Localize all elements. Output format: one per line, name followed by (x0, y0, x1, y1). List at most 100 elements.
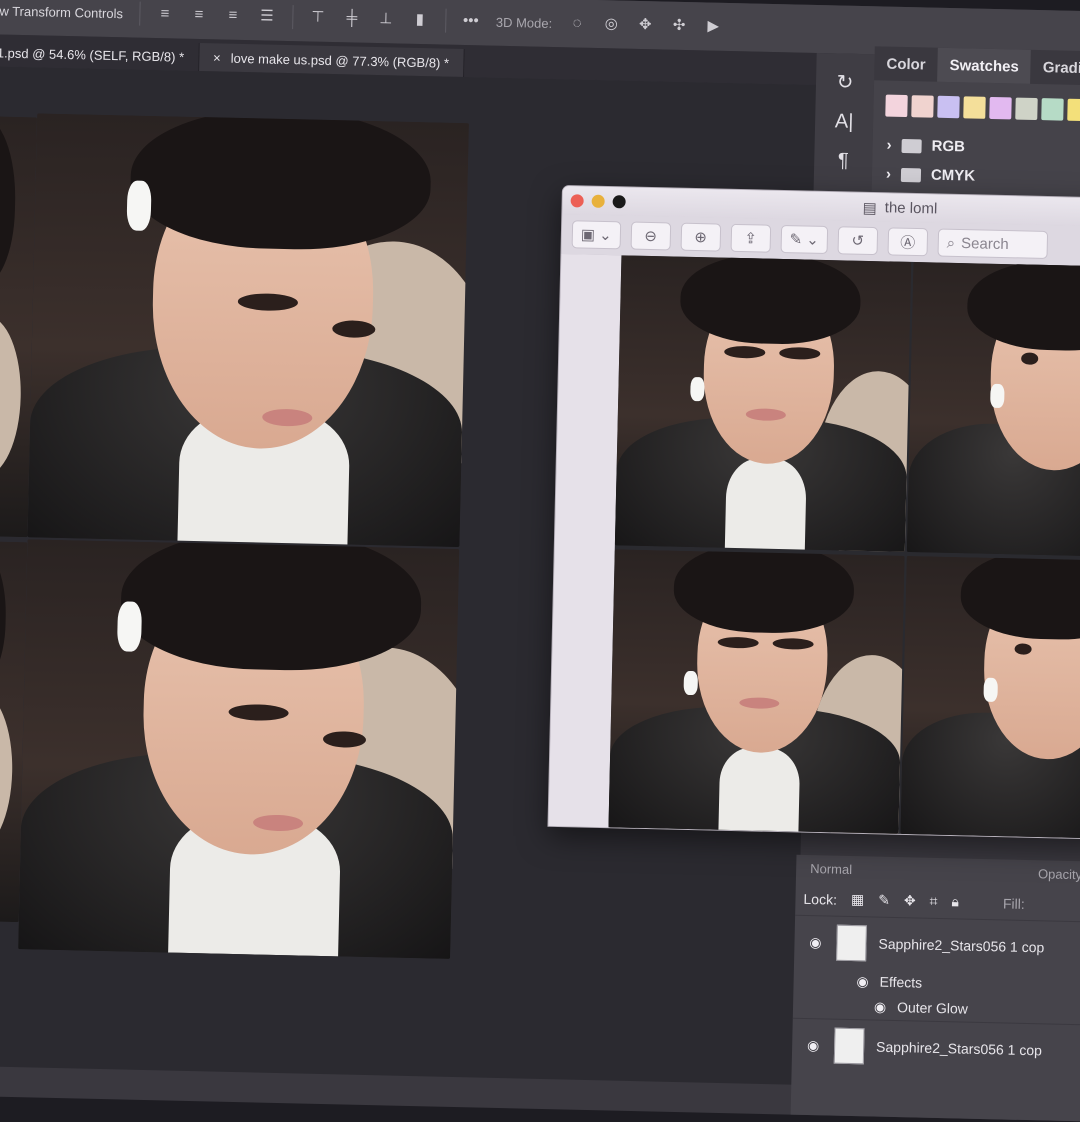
search-input[interactable]: ⌕ Search (937, 228, 1049, 260)
effects-label: Effects (879, 973, 923, 991)
visibility-eye-icon[interactable]: ◉ (871, 998, 889, 1015)
panel-tabs: Color Swatches Gradi (874, 46, 1080, 86)
distribute-vertical-icon[interactable]: ▮ (411, 11, 429, 29)
visibility-eye-icon[interactable]: ◉ (806, 933, 824, 950)
tab-label: love make us.psd @ 77.3% (RGB/8) * (230, 50, 450, 71)
opacity-label: Opacity (1037, 866, 1080, 883)
search-icon: ⌕ (946, 234, 956, 252)
swatch-row (873, 80, 1080, 135)
panel-icon-strip: ↻ A| ¶ (813, 52, 875, 215)
tab-label: -1.psd @ 54.6% (SELF, RGB/8) * (0, 44, 185, 65)
swatch[interactable] (989, 96, 1012, 120)
document-icon: ▤ (862, 199, 877, 218)
folder-label: CMYK (930, 166, 976, 185)
layer-thumbnail (836, 924, 867, 962)
fill-label: Fill: (1002, 894, 1025, 912)
swatch[interactable] (1041, 98, 1064, 121)
rotate-button[interactable]: ↺ (837, 226, 879, 256)
distribute-icon[interactable]: ☰ (258, 7, 276, 25)
chevron-right-icon: › (886, 136, 892, 154)
3d-orbit-icon[interactable]: ◌ (568, 14, 586, 32)
folder-icon (900, 167, 922, 182)
zoom-out-button[interactable]: ⊖ (630, 221, 671, 251)
share-icon: ⇪ (744, 230, 758, 248)
3d-pan-icon[interactable]: ✥ (636, 16, 654, 34)
lock-artboard-icon[interactable]: ⌗ (929, 893, 937, 910)
swatch[interactable] (937, 95, 960, 119)
more-options-icon[interactable]: ••• (462, 12, 480, 30)
swatch[interactable] (1067, 98, 1080, 122)
swatch[interactable] (963, 96, 986, 119)
preview-photo-bottom-left (608, 549, 905, 834)
layer-name: Sapphire2_Stars056 1 cop (878, 935, 1045, 956)
divider (138, 1, 141, 26)
align-left-icon[interactable]: ≡ (156, 5, 174, 23)
canvas-photo-bottom (18, 539, 460, 959)
transform-controls-label[interactable]: w Transform Controls (0, 3, 123, 21)
align-bottom-icon[interactable]: ⊥ (377, 10, 395, 28)
lock-label: Lock: (803, 890, 838, 908)
3d-slide-icon[interactable]: ✣ (670, 17, 688, 35)
3d-mode-label: 3D Mode: (495, 14, 553, 31)
window-title-text: the loml (884, 199, 938, 218)
layers-panel: Normal Opacity Lock: ▦ ✎ ✥ ⌗ 🔒︎ Fill: ◉ … (790, 854, 1080, 1122)
zoom-in-button[interactable]: ⊕ (680, 222, 721, 252)
chevron-right-icon: › (885, 165, 892, 183)
search-placeholder: Search (960, 234, 1009, 253)
visibility-eye-icon[interactable]: ◉ (804, 1036, 822, 1053)
annotate-icon: Ⓐ (900, 234, 916, 252)
share-button[interactable]: ⇪ (730, 223, 771, 253)
minimize-window-button[interactable] (591, 194, 605, 208)
paragraph-icon[interactable]: ¶ (838, 150, 849, 173)
align-right-icon[interactable]: ≡ (224, 7, 242, 25)
preview-photo-top-left (614, 255, 912, 552)
folder-icon (901, 138, 922, 153)
lock-transparent-icon[interactable]: ▦ (851, 891, 865, 908)
pen-icon: ✎ (789, 231, 803, 249)
chevron-down-icon: ⌄ (598, 226, 612, 245)
tab-gradients[interactable]: Gradi (1030, 50, 1080, 85)
sidebar-toggle-button[interactable]: ▣ ⌄ (571, 220, 621, 250)
close-icon[interactable]: × (213, 50, 221, 65)
preview-photo-bottom-right (900, 555, 1080, 839)
rotate-icon: ↺ (851, 232, 865, 250)
swatch-folder-cmyk[interactable]: › CMYK (872, 159, 1080, 193)
tab-color[interactable]: Color (874, 46, 938, 81)
align-top-icon[interactable]: ⊤ (309, 8, 327, 26)
zoom-out-icon: ⊖ (644, 227, 658, 246)
lock-all-icon[interactable]: 🔒︎ (951, 893, 959, 910)
annotate-button[interactable]: Ⓐ (887, 227, 929, 257)
preview-window: ▤ the loml ▣ ⌄ ⊖ ⊕ ⇪ ✎ ⌄ ↺ Ⓐ ⌕ Search (548, 186, 1080, 839)
divider (444, 8, 447, 33)
lock-move-icon[interactable]: ✥ (904, 892, 916, 909)
layer-name: Sapphire2_Stars056 1 cop (875, 1038, 1043, 1059)
swatch[interactable] (885, 94, 908, 118)
history-icon[interactable]: ↻ (836, 69, 853, 94)
layer-row[interactable]: ◉ Sapphire2_Stars056 1 cop (791, 1017, 1080, 1078)
blend-mode-select[interactable]: Normal (810, 861, 852, 877)
effect-label: Outer Glow (896, 999, 969, 1017)
visibility-eye-icon[interactable]: ◉ (853, 973, 871, 990)
layer-row[interactable]: ◉ Sapphire2_Stars056 1 cop (793, 914, 1080, 975)
3d-camera-icon[interactable]: ▶ (704, 17, 722, 35)
markup-button[interactable]: ✎ ⌄ (780, 224, 829, 255)
layer-thumbnail (833, 1027, 865, 1065)
canvas-photo-top (27, 113, 470, 548)
lock-paint-icon[interactable]: ✎ (878, 892, 890, 909)
align-middle-icon[interactable]: ╪ (343, 9, 361, 27)
chevron-down-icon: ⌄ (805, 231, 819, 249)
sidebar-icon: ▣ (580, 226, 596, 244)
window-title: ▤ the loml (862, 199, 937, 219)
character-icon[interactable]: A| (835, 110, 854, 133)
3d-roll-icon[interactable]: ◎ (602, 15, 620, 33)
tab-self-psd[interactable]: -1.psd @ 54.6% (SELF, RGB/8) * (0, 37, 200, 71)
swatch[interactable] (911, 95, 934, 118)
divider (291, 5, 294, 30)
align-center-icon[interactable]: ≡ (190, 6, 208, 24)
swatch[interactable] (1015, 97, 1038, 121)
zoom-in-icon: ⊕ (694, 228, 708, 247)
folder-label: RGB (931, 137, 966, 156)
tab-swatches[interactable]: Swatches (937, 47, 1032, 84)
fullscreen-window-button[interactable] (612, 194, 626, 208)
close-window-button[interactable] (570, 193, 584, 207)
